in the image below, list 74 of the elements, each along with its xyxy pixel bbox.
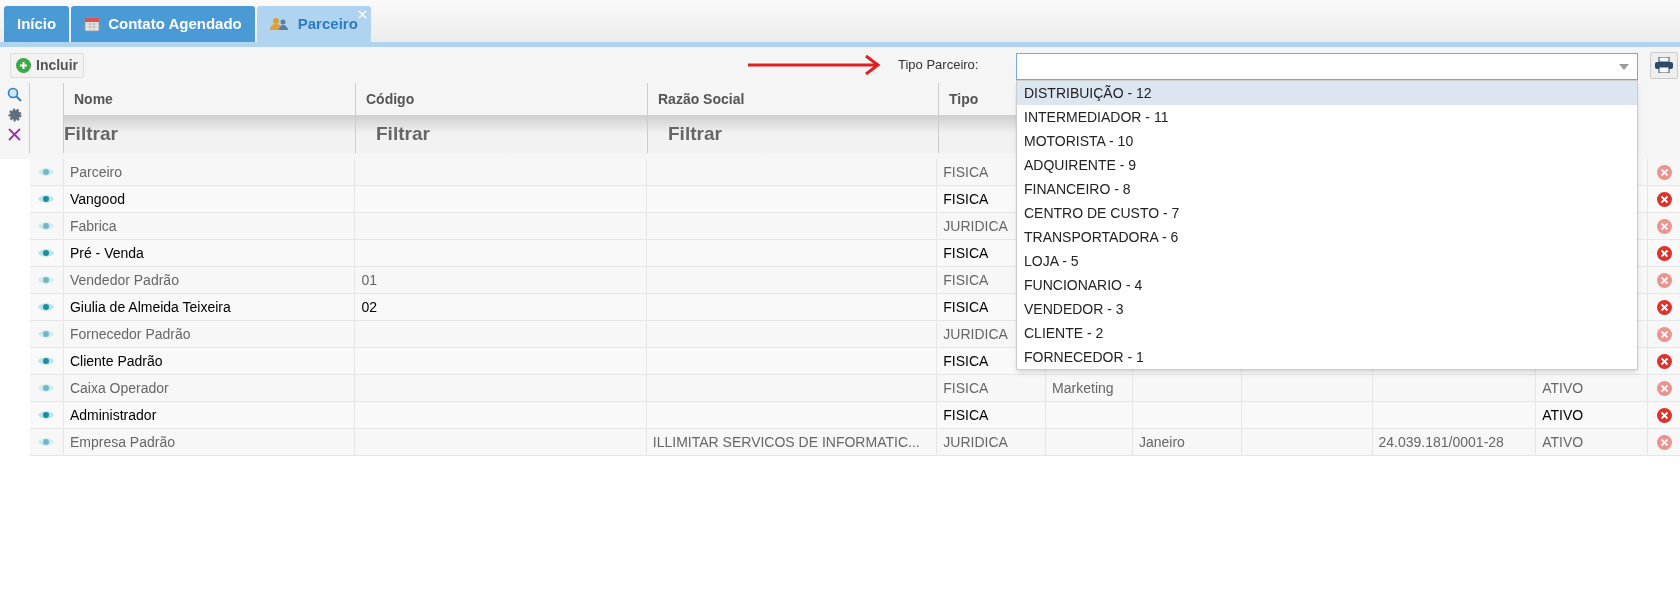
- table-cell-text: 24.039.181/0001-28: [1378, 432, 1504, 452]
- table-cell-text: JURIDICA: [943, 216, 1008, 236]
- table-cell-text: Janeiro: [1138, 432, 1185, 452]
- table-cell-text: JURIDICA: [943, 432, 1008, 452]
- eye-icon[interactable]: [38, 383, 55, 393]
- eye-icon[interactable]: [38, 302, 55, 312]
- table-cell-text: FISICA: [943, 162, 989, 182]
- partner-type-select[interactable]: [1016, 53, 1638, 80]
- dropdown-option[interactable]: DISTRIBUIÇÃO - 12: [1017, 81, 1637, 105]
- filter-label: Tipo Parceiro:: [898, 56, 980, 75]
- dropdown-option[interactable]: CLIENTE - 2: [1017, 321, 1637, 345]
- table-cell-text: ILLIMITAR SERVICOS DE INFORMATIC...: [652, 432, 920, 452]
- table-cell-text: 01: [361, 270, 377, 290]
- filter-field[interactable]: Filtrar: [376, 119, 647, 149]
- dropdown-option[interactable]: ADQUIRENTE - 9: [1017, 153, 1637, 177]
- table-cell-text: Vendedor Padrão: [69, 270, 179, 290]
- dropdown-option[interactable]: TRANSPORTADORA - 6: [1017, 225, 1637, 249]
- table-cell-text: ATIVO: [1542, 378, 1584, 398]
- table-cell-text: Marketing: [1052, 378, 1114, 398]
- printer-icon: [1655, 57, 1673, 73]
- delete-icon[interactable]: [1656, 299, 1672, 315]
- table-cell-text: FISICA: [943, 270, 989, 290]
- table-cell-text: Parceiro: [69, 162, 123, 182]
- table-cell-text: ATIVO: [1542, 405, 1584, 425]
- clear-icon[interactable]: [8, 128, 21, 141]
- dropdown-option[interactable]: MOTORISTA - 10: [1017, 129, 1637, 153]
- eye-icon[interactable]: [38, 356, 55, 366]
- dropdown-option[interactable]: FINANCEIRO - 8: [1017, 177, 1637, 201]
- print-button[interactable]: [1650, 51, 1678, 79]
- table-cell-text: Cliente Padrão: [69, 351, 163, 371]
- add-button[interactable]: Incluir: [10, 52, 84, 78]
- eye-icon[interactable]: [38, 410, 55, 420]
- plus-circle-icon: [16, 57, 31, 73]
- delete-icon[interactable]: [1656, 407, 1672, 423]
- table-cell-text: Vangood: [69, 189, 125, 209]
- table-cell-text: FISICA: [943, 378, 989, 398]
- table-cell-text: FISICA: [943, 189, 989, 209]
- calendar-icon: [84, 16, 101, 32]
- table-cell-text: FISICA: [943, 351, 989, 371]
- caret-icon: [1619, 63, 1629, 70]
- table-cell-text: JURIDICA: [943, 324, 1008, 344]
- table-cell-text: ATIVO: [1542, 432, 1584, 452]
- delete-icon[interactable]: [1656, 353, 1672, 369]
- table-cell-text: Fabrica: [69, 216, 117, 236]
- table-cell-text: FISICA: [943, 243, 989, 263]
- people-icon: [269, 17, 290, 31]
- eye-icon[interactable]: [38, 194, 55, 204]
- table-cell-text: Caixa Operador: [69, 378, 169, 398]
- dropdown-option[interactable]: VENDEDOR - 3: [1017, 297, 1637, 321]
- dropdown-option[interactable]: CENTRO DE CUSTO - 7: [1017, 201, 1637, 225]
- delete-icon[interactable]: [1656, 245, 1672, 261]
- table-cell-text: FISICA: [943, 405, 989, 425]
- filter-field[interactable]: Filtrar: [668, 119, 938, 149]
- filter-field[interactable]: Filtrar: [64, 119, 355, 149]
- eye-icon[interactable]: [38, 167, 55, 177]
- dropdown-option[interactable]: INTERMEDIADOR - 11: [1017, 105, 1637, 129]
- table-cell-text: Fornecedor Padrão: [69, 324, 191, 344]
- search-icon[interactable]: [7, 87, 22, 102]
- table-cell-text: Administrador: [69, 405, 157, 425]
- eye-icon[interactable]: [38, 329, 55, 339]
- settings-icon[interactable]: [7, 108, 22, 122]
- eye-icon[interactable]: [38, 248, 55, 258]
- eye-icon[interactable]: [38, 437, 55, 447]
- table-cell-text: Pré - Venda: [69, 243, 144, 263]
- table-cell-text: Giulia de Almeida Teixeira: [69, 297, 231, 317]
- table-cell-text: 02: [361, 297, 377, 317]
- table-cell-text: FISICA: [943, 297, 989, 317]
- dropdown-option[interactable]: FORNECEDOR - 1: [1017, 345, 1637, 369]
- dropdown-option[interactable]: FUNCIONARIO - 4: [1017, 273, 1637, 297]
- eye-icon[interactable]: [38, 275, 55, 285]
- dropdown-option[interactable]: LOJA - 5: [1017, 249, 1637, 273]
- eye-icon[interactable]: [38, 221, 55, 231]
- delete-icon[interactable]: [1656, 191, 1672, 207]
- table-cell-text: Empresa Padrão: [69, 432, 175, 452]
